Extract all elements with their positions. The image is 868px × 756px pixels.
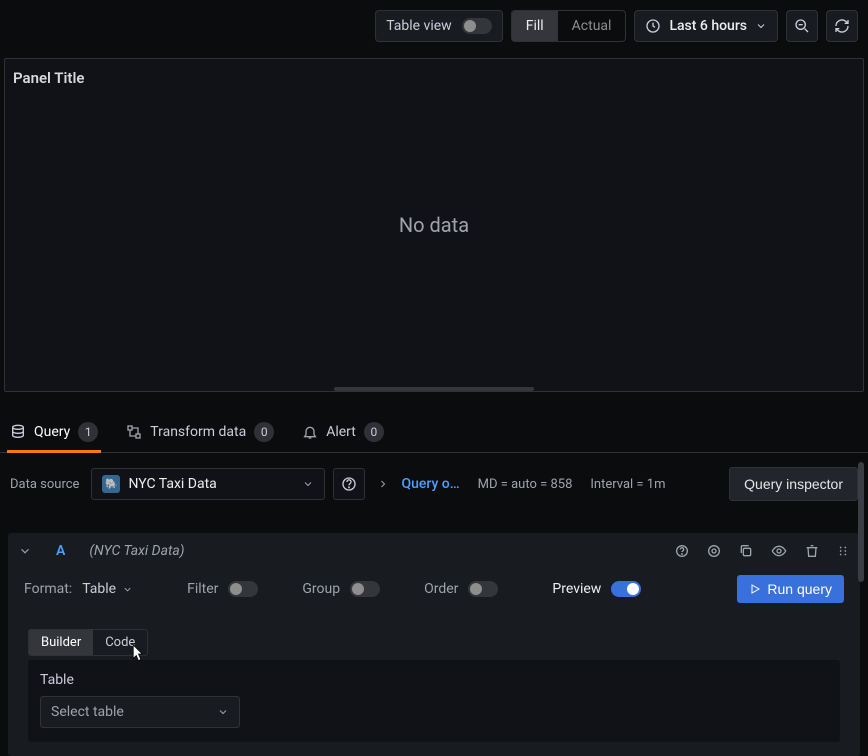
postgres-icon: 🐘 — [102, 475, 120, 493]
query-status-button[interactable] — [706, 543, 722, 559]
run-query-button[interactable]: Run query — [737, 575, 844, 603]
datasource-picker[interactable]: 🐘 NYC Taxi Data — [91, 468, 325, 500]
trash-icon — [804, 543, 820, 559]
group-option: Group — [302, 581, 380, 597]
preview-option: Preview — [552, 581, 641, 597]
table-view-label: Table view — [386, 18, 452, 34]
tab-query[interactable]: Query 1 — [10, 422, 98, 452]
clock-icon — [645, 18, 661, 34]
database-icon — [10, 424, 26, 440]
delete-query-button[interactable] — [804, 543, 820, 559]
query-ref-id[interactable]: A — [46, 543, 75, 559]
fit-mode-segment: Fill Actual — [511, 10, 627, 42]
group-label: Group — [302, 581, 340, 597]
fill-option[interactable]: Fill — [512, 11, 558, 41]
tab-alert[interactable]: Alert 0 — [302, 422, 384, 452]
table-view-toggle[interactable] — [462, 18, 492, 34]
duplicate-query-button[interactable] — [738, 543, 754, 559]
visualization-panel: Panel Title No data — [4, 58, 864, 392]
filter-label: Filter — [187, 581, 218, 597]
editor-tabs: Query 1 Transform data 0 Alert 0 — [0, 410, 868, 453]
tab-alert-label: Alert — [326, 424, 356, 440]
tab-query-count: 1 — [78, 422, 98, 442]
panel-resize-handle[interactable] — [334, 387, 534, 391]
eye-icon — [770, 543, 788, 559]
datasource-row: Data source 🐘 NYC Taxi Data Query o… MD … — [0, 457, 868, 511]
panel-empty-state: No data — [399, 213, 469, 237]
preview-toggle[interactable] — [611, 581, 641, 597]
query-inspector-button[interactable]: Query inspector — [729, 467, 858, 501]
query-header: A (NYC Taxi Data) — [8, 533, 860, 569]
md-info: MD = auto = 858 — [478, 477, 573, 492]
tab-transform-count: 0 — [254, 422, 274, 442]
interval-info: Interval = 1m — [590, 477, 665, 492]
target-icon — [706, 543, 722, 559]
table-select-placeholder: Select table — [51, 704, 124, 720]
panel-title: Panel Title — [5, 59, 863, 97]
bell-icon — [302, 424, 318, 440]
chevron-down-icon — [755, 20, 767, 32]
tab-query-label: Query — [34, 424, 70, 440]
time-range-label: Last 6 hours — [669, 18, 747, 34]
transform-icon — [126, 424, 142, 440]
play-icon — [749, 583, 761, 595]
group-toggle[interactable] — [350, 581, 380, 597]
datasource-selected: NYC Taxi Data — [128, 476, 216, 492]
scrollbar[interactable] — [858, 462, 864, 582]
datasource-label: Data source — [10, 477, 79, 492]
question-icon — [341, 476, 357, 492]
drag-handle[interactable] — [836, 543, 850, 559]
toggle-visibility-button[interactable] — [770, 543, 788, 559]
datasource-help-button[interactable] — [333, 468, 365, 500]
filter-option: Filter — [187, 581, 258, 597]
order-toggle[interactable] — [468, 581, 498, 597]
chevron-down-icon[interactable] — [18, 544, 32, 558]
refresh-button[interactable] — [826, 10, 858, 42]
grip-icon — [836, 543, 850, 559]
time-range-picker[interactable]: Last 6 hours — [634, 10, 778, 42]
zoom-out-icon — [794, 18, 810, 34]
preview-label: Preview — [552, 581, 601, 597]
format-label: Format: — [24, 581, 72, 597]
query-actions — [674, 543, 850, 559]
table-select[interactable]: Select table — [40, 696, 240, 728]
code-mode-button[interactable]: Code — [93, 630, 147, 655]
table-view-toggle-group: Table view — [375, 10, 503, 42]
actual-option[interactable]: Actual — [558, 11, 626, 41]
table-field-label: Table — [40, 672, 828, 688]
query-help-button[interactable] — [674, 543, 690, 559]
chevron-down-icon — [302, 478, 314, 490]
tab-transform-label: Transform data — [150, 424, 246, 440]
order-label: Order — [424, 581, 458, 597]
builder-mode-button[interactable]: Builder — [29, 630, 93, 655]
chevron-right-icon[interactable] — [373, 478, 393, 490]
tab-alert-count: 0 — [364, 422, 384, 442]
question-icon — [674, 543, 690, 559]
query-options-link[interactable]: Query o… — [401, 476, 459, 492]
filter-toggle[interactable] — [228, 581, 258, 597]
builder-area: Table Select table — [28, 660, 840, 742]
query-options-row: Format: Table Filter Group Order Preview… — [8, 569, 860, 609]
top-toolbar: Table view Fill Actual Last 6 hours — [0, 0, 868, 52]
chevron-down-icon — [217, 706, 229, 718]
tab-transform[interactable]: Transform data 0 — [126, 422, 274, 452]
zoom-out-button[interactable] — [786, 10, 818, 42]
copy-icon — [738, 543, 754, 559]
order-option: Order — [424, 581, 498, 597]
format-select[interactable]: Table — [82, 581, 133, 597]
refresh-icon — [834, 18, 850, 34]
query-ds-name: (NYC Taxi Data) — [89, 543, 184, 559]
editor-mode-segment: Builder Code — [28, 629, 148, 656]
chevron-down-icon — [122, 584, 133, 595]
